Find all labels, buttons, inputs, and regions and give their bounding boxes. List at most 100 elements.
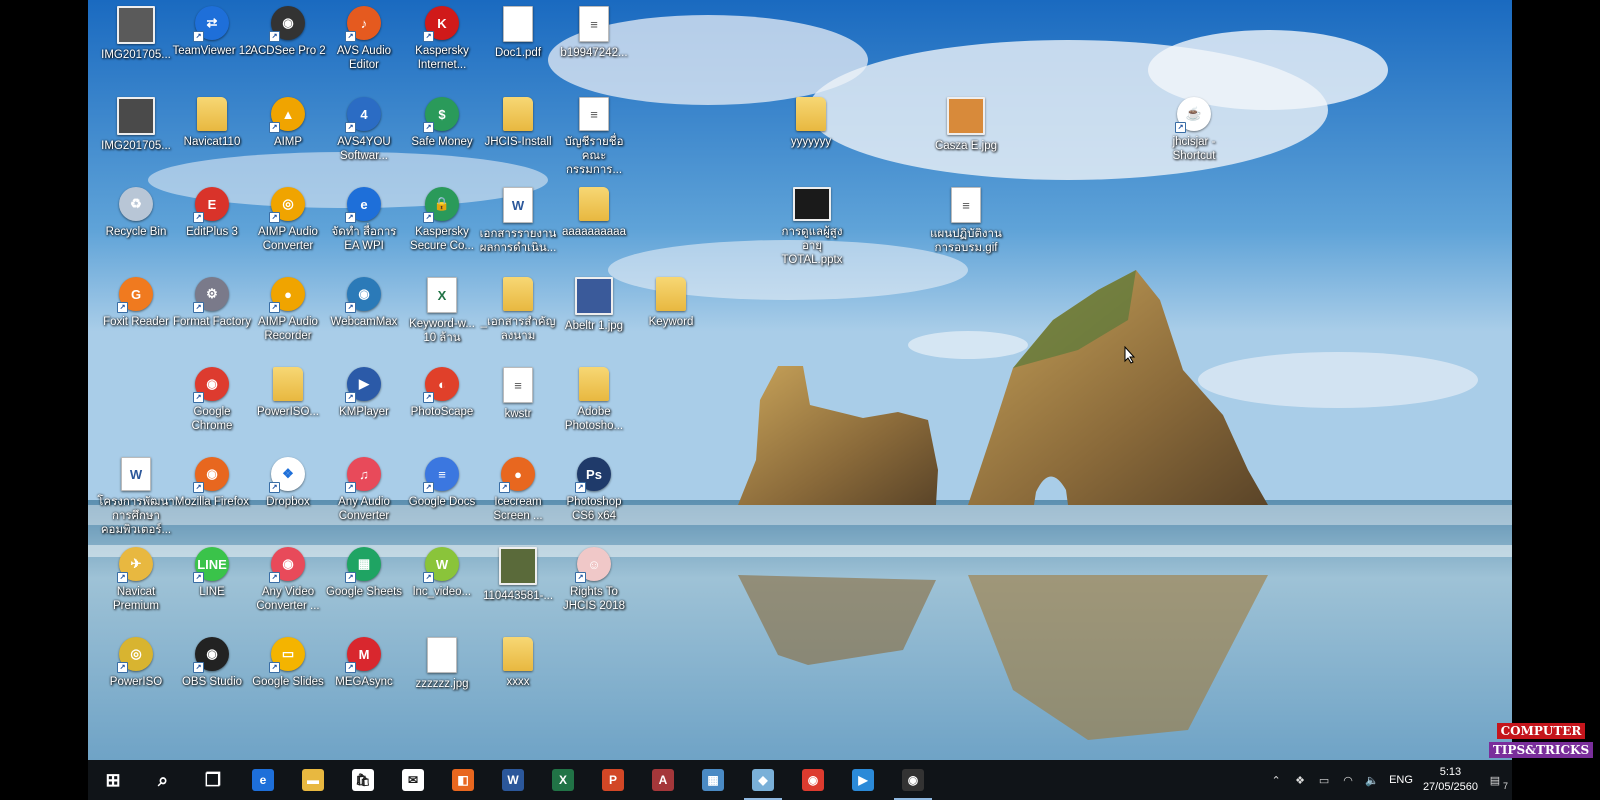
icon-img201705-2[interactable]: IMG201705...	[98, 91, 174, 177]
notification-count: 7	[1502, 781, 1508, 791]
taskbar-app-photo[interactable]: ▦	[688, 760, 738, 800]
icon-jhcis-install[interactable]: JHCIS-Install	[480, 91, 556, 177]
icon-kwstr[interactable]: ≡ kwstr	[480, 361, 556, 447]
icon-thai-pptx[interactable]: การดูแลผู้สูงอายุ TOTAL.pptx	[774, 181, 850, 267]
taskbar-media[interactable]: ▶	[838, 760, 888, 800]
icon-aimp-audio-recorder[interactable]: ● ↗ AIMP Audio Recorder	[250, 271, 326, 357]
taskbar-app-orange[interactable]: ◧	[438, 760, 488, 800]
icon-abeltr-jpg[interactable]: Abeltr 1.jpg	[556, 271, 632, 357]
icon-b19947242[interactable]: ≡ b19947242...	[556, 0, 632, 86]
icon-avs-audio-editor[interactable]: ♪ ↗ AVS Audio Editor	[326, 0, 402, 86]
icon-google-sheets[interactable]: ▦ ↗ Google Sheets	[326, 541, 402, 627]
icon-format-factory[interactable]: ⚙ ↗ Format Factory	[173, 271, 251, 357]
icon-zzzzzz-jpg[interactable]: zzzzzz.jpg	[404, 631, 480, 717]
search-button[interactable]: ⌕	[138, 760, 188, 800]
dropbox-tray-icon[interactable]: ❖	[1293, 773, 1307, 787]
taskbar-powerpoint[interactable]: P	[588, 760, 638, 800]
icon-megasync[interactable]: M ↗ MEGAsync	[326, 631, 402, 717]
icon-google-docs[interactable]: ≡ ↗ Google Docs	[404, 451, 480, 537]
taskbar-chrome[interactable]: ◉	[788, 760, 838, 800]
icon-kmplayer[interactable]: ▶ ↗ KMPlayer	[326, 361, 402, 447]
webcammax-icon: ◉ ↗	[345, 277, 381, 313]
wifi-icon[interactable]: ◠	[1341, 773, 1355, 787]
taskbar-access[interactable]: A	[638, 760, 688, 800]
icon-avs4you[interactable]: 4 ↗ AVS4YOU Softwar...	[326, 91, 402, 177]
notification-center-icon[interactable]: ▤ 7	[1488, 773, 1508, 792]
icon-acdsee[interactable]: ◉ ↗ ACDSee Pro 2	[250, 0, 326, 86]
icon-any-video-converter[interactable]: ◉ ↗ Any Video Converter ...	[250, 541, 326, 627]
icon-rights-to-jhcis[interactable]: ☺ ↗ Rights To JHCIS 2018	[556, 541, 632, 627]
icon-any-audio-converter[interactable]: ♫ ↗ Any Audio Converter	[326, 451, 402, 537]
icon-label: แผนปฏิบัติงาน การอบรม.gif	[930, 228, 1002, 254]
chevron-up-icon[interactable]: ⌃	[1269, 773, 1283, 787]
taskbar-excel[interactable]: X	[538, 760, 588, 800]
taskbar-store[interactable]: 🛍	[338, 760, 388, 800]
icon-dropbox[interactable]: ❖ ↗ Dropbox	[250, 451, 326, 537]
volume-icon[interactable]: 🔈	[1365, 773, 1379, 787]
icon-navicat-premium[interactable]: ✈ ↗ Navicat Premium	[98, 541, 174, 627]
taskbar-excel-icon: X	[552, 769, 574, 791]
icon-lnc-video[interactable]: W ↗ lnc_video...	[404, 541, 480, 627]
icon-webcammax[interactable]: ◉ ↗ WebcamMax	[326, 271, 402, 357]
icon-kaspersky-secure[interactable]: 🔒 ↗ Kaspersky Secure Co...	[404, 181, 480, 267]
icon-thai-gif[interactable]: ≡ แผนปฏิบัติงาน การอบรม.gif	[928, 181, 1004, 267]
shortcut-arrow-icon: ↗	[423, 122, 434, 133]
icon-thai-word-doc[interactable]: W เอกสารรายงาน ผลการดำเนิน...	[480, 181, 556, 267]
taskbar-word[interactable]: W	[488, 760, 538, 800]
icon-foxit-reader[interactable]: G ↗ Foxit Reader	[98, 271, 174, 357]
icon-navicat110[interactable]: Navicat110	[174, 91, 250, 177]
clock[interactable]: 5:13 27/05/2560	[1423, 765, 1478, 795]
icon-mozilla-firefox[interactable]: ◉ ↗ Mozilla Firefox	[174, 451, 250, 537]
taskbar-edge[interactable]: e	[238, 760, 288, 800]
icon-aaaaaaaaaa[interactable]: aaaaaaaaaa	[556, 181, 632, 267]
icon-label: จัดทำ สื่อการ EA WPI	[331, 226, 397, 252]
icon-poweriso-folder[interactable]: PowerISO...	[250, 361, 326, 447]
icon-keyword-folder[interactable]: Keyword	[633, 271, 709, 357]
taskbar-file-explorer[interactable]: ▬	[288, 760, 338, 800]
icon-editplus[interactable]: E ↗ EditPlus 3	[174, 181, 250, 267]
icon-thai-word-doc-2[interactable]: W โครงการพัฒนา การศึกษาคอมพิวเตอร์...	[97, 451, 175, 537]
icon-label: MEGAsync	[335, 676, 393, 688]
icon-teamviewer[interactable]: ⇄ ↗ TeamViewer 12	[172, 0, 252, 86]
icon-photoshop-cs6[interactable]: Ps ↗ Photoshop CS6 x64	[556, 451, 632, 537]
icon-img201705-1[interactable]: IMG201705...	[98, 0, 174, 86]
battery-icon[interactable]: ▭	[1317, 773, 1331, 787]
task-view-button[interactable]: ❐	[188, 760, 238, 800]
icon-google-slides[interactable]: ▭ ↗ Google Slides	[250, 631, 326, 717]
icon-label: aaaaaaaaaa	[562, 226, 626, 238]
system-tray: ⌃ ❖ ▭ ◠ 🔈 ENG 5:13 27/05/2560 ▤ 7	[1269, 760, 1508, 800]
icon-thai-folder[interactable]: _เอกสารสำคัญ ลงนาม	[480, 271, 556, 357]
desktop[interactable]: IMG201705... ⇄ ↗ TeamViewer 12 ◉ ↗ ACDSee Pro …	[88, 0, 1512, 800]
icon-aimp[interactable]: ▲ ↗ AIMP	[250, 91, 326, 177]
icon-casza-jpg[interactable]: Casza E.jpg	[928, 91, 1004, 177]
icon-safe-money[interactable]: $ ↗ Safe Money	[404, 91, 480, 177]
icon-thai-ie-shortcut[interactable]: e ↗ จัดทำ สื่อการ EA WPI	[326, 181, 402, 267]
icon-aimp-audio-converter[interactable]: ◎ ↗ AIMP Audio Converter	[250, 181, 326, 267]
icon-line[interactable]: LINE ↗ LINE	[174, 541, 250, 627]
icon-adobe-photoshop-folder[interactable]: Adobe Photosho...	[556, 361, 632, 447]
icon-110443581[interactable]: 110443581-...	[480, 541, 556, 627]
icon-jhcisjar-shortcut[interactable]: ☕ ↗ jhcisjar - Shortcut	[1156, 91, 1232, 177]
icon-poweriso[interactable]: ◎ ↗ PowerISO	[98, 631, 174, 717]
google-slides-icon: ▭ ↗	[269, 637, 305, 673]
icon-icecream-screen[interactable]: ● ↗ Icecream Screen ...	[480, 451, 556, 537]
icon-google-chrome[interactable]: ◉ ↗ Google Chrome	[174, 361, 250, 447]
icon-photoscape[interactable]: ◐ ↗ PhotoScape	[404, 361, 480, 447]
thai-folder-icon	[503, 277, 533, 311]
taskbar-obs-icon: ◉	[902, 769, 924, 791]
start-button[interactable]: ⊞	[88, 760, 138, 800]
icon-recycle-bin[interactable]: ♻ Recycle Bin	[98, 181, 174, 267]
icon-xxxx-folder[interactable]: xxxx	[480, 631, 556, 717]
icon-keyword-excel[interactable]: X Keyword-w... 10 ล้าน	[404, 271, 480, 357]
icon-obs-studio[interactable]: ◉ ↗ OBS Studio	[174, 631, 250, 717]
icon-yyyyyyy-folder[interactable]: yyyyyyy	[773, 91, 849, 177]
taskbar-app-blue[interactable]: ◆	[738, 760, 788, 800]
taskbar-obs[interactable]: ◉	[888, 760, 938, 800]
icon-thai-doc-1[interactable]: ≡ บัญชีรายชื่อ คณะกรรมการ...	[556, 91, 632, 177]
google-docs-icon: ≡ ↗	[423, 457, 459, 493]
icon-doc1-pdf[interactable]: Doc1.pdf	[480, 0, 556, 86]
language-indicator[interactable]: ENG	[1389, 774, 1413, 786]
megasync-icon: M ↗	[345, 637, 381, 673]
taskbar-mail[interactable]: ✉	[388, 760, 438, 800]
icon-kaspersky-internet[interactable]: K ↗ Kaspersky Internet...	[404, 0, 480, 86]
